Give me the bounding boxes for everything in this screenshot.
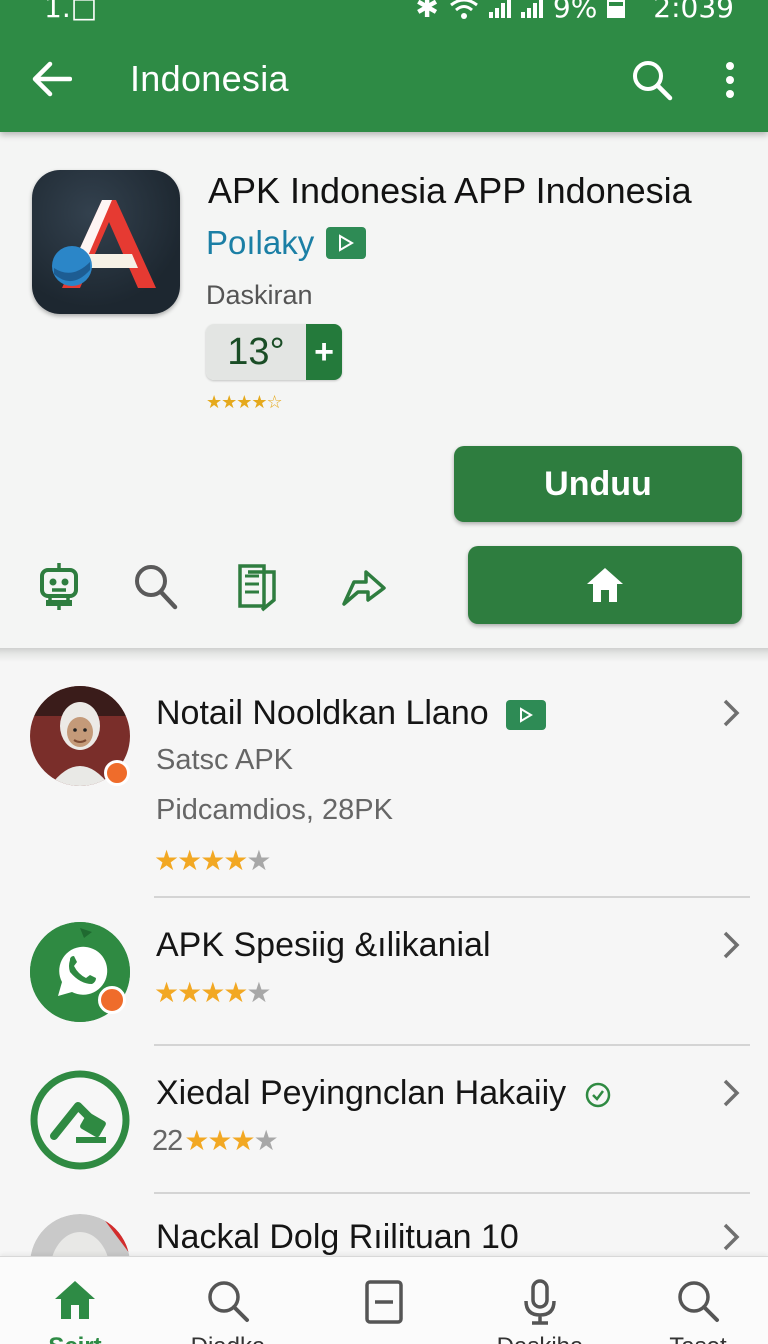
- home-icon: [55, 1281, 95, 1319]
- nav-label: Diadka: [168, 1333, 288, 1344]
- verified-check-icon: [585, 1082, 610, 1108]
- star-rating: 22★★★★: [152, 1124, 279, 1158]
- list-item-title-text: Notail Nooldkan Llano: [156, 694, 489, 732]
- nav-item-home[interactable]: Scirt: [15, 1257, 135, 1344]
- section-divider: [0, 648, 768, 662]
- page-title: Indonesia: [130, 58, 289, 99]
- list-item-title: APK Spesiig &ılikanial: [156, 926, 491, 964]
- nav-item-search[interactable]: Diadka: [168, 1257, 288, 1344]
- list-item-title: Notail Nooldkan Llano: [156, 694, 547, 733]
- search-icon[interactable]: [130, 560, 180, 612]
- star-rating: ★★★★★: [154, 844, 272, 877]
- minus-box-icon: [365, 1280, 403, 1324]
- developer-row: Poılaky: [206, 224, 367, 262]
- mini-star-rating: ★★★★☆: [206, 392, 283, 413]
- bottom-navigation: Scirt Diadka Daskiha Taset: [0, 1256, 768, 1344]
- wifi-icon: [449, 0, 478, 19]
- list-item-title: Xiedal Peyingnclan Hakaiiy: [156, 1074, 612, 1113]
- chevron-right-icon[interactable]: [720, 930, 742, 960]
- avatar: [30, 922, 130, 1022]
- search-icon: [678, 1281, 719, 1322]
- play-badge-icon: [326, 227, 367, 259]
- arrow-left-icon[interactable]: [30, 60, 72, 98]
- action-icons-row: [0, 560, 420, 620]
- rating-count: 22: [152, 1125, 183, 1157]
- home-icon: [587, 568, 623, 602]
- chevron-right-icon[interactable]: [720, 1078, 742, 1108]
- stars-filled: ★★★★: [154, 976, 248, 1009]
- chevron-right-icon[interactable]: [720, 1222, 742, 1252]
- home-button[interactable]: [468, 546, 742, 624]
- app-detail-header: APK Indonesia APP Indonesia Poılaky Dask…: [0, 132, 768, 652]
- stars-filled: ★★★★: [154, 844, 248, 877]
- app-title: APK Indonesia APP Indonesia: [208, 170, 692, 211]
- documents-icon[interactable]: [234, 560, 284, 612]
- avatar: [30, 686, 130, 786]
- chevron-right-icon[interactable]: [720, 698, 742, 728]
- star-rating: ★★★★★: [154, 976, 272, 1009]
- tools-app-icon: [30, 1070, 130, 1170]
- nav-item-voice[interactable]: Daskiha: [480, 1257, 600, 1344]
- nav-label: Scirt: [15, 1333, 135, 1344]
- rating-box[interactable]: 13° +: [206, 324, 342, 380]
- list-item[interactable]: APK Spesiig &ılikanial ★★★★★: [0, 898, 768, 1046]
- stars-filled: ★★★: [184, 1124, 255, 1157]
- app-icon[interactable]: [32, 170, 180, 314]
- nav-label: Daskiha: [480, 1333, 600, 1344]
- status-right: ✱ 9% 2:039: [415, 0, 734, 24]
- share-icon[interactable]: [338, 560, 388, 612]
- notification-badge-icon: [104, 760, 130, 786]
- status-time: 2:039: [653, 0, 734, 24]
- toolbar: Indonesia: [0, 48, 768, 112]
- stars-empty: ★: [253, 1124, 279, 1157]
- app-list: Notail Nooldkan Llano Satsc APK Pidcamdi…: [0, 662, 768, 1256]
- battery-percent: 9%: [552, 0, 598, 24]
- search-icon[interactable]: [630, 58, 674, 102]
- app-category: Daskiran: [206, 280, 313, 310]
- rating-plus-button[interactable]: +: [306, 324, 342, 380]
- developer-link[interactable]: Poılaky: [206, 224, 314, 262]
- play-badge-icon: [506, 700, 547, 731]
- avatar: [30, 1214, 130, 1256]
- list-item[interactable]: Nackal Dolg Rıilituan 10: [0, 1194, 768, 1256]
- stars-empty: ★: [246, 976, 271, 1009]
- bluetooth-icon: ✱: [415, 0, 439, 24]
- nav-item-library[interactable]: [324, 1257, 444, 1344]
- clock-badge-icon: [98, 986, 126, 1014]
- status-left-text: 1.□: [44, 0, 98, 24]
- list-item-meta: Pidcamdios, 28PK: [156, 794, 393, 826]
- signal-icon: [488, 0, 511, 18]
- nav-item-explore[interactable]: Taset: [638, 1257, 758, 1344]
- avatar: [30, 1070, 130, 1170]
- list-item-title-text: Xiedal Peyingnclan Hakaiiy: [156, 1074, 567, 1112]
- search-icon: [208, 1281, 249, 1322]
- rating-value: 13°: [206, 324, 306, 380]
- app-logo-icon: [52, 200, 156, 288]
- stars-empty: ★: [246, 844, 271, 877]
- status-bar: 1.□ ✱ 9% 2:039: [0, 0, 768, 28]
- battery-icon: [607, 0, 626, 18]
- app-bar: 1.□ ✱ 9% 2:039 Indonesia: [0, 0, 768, 132]
- list-item-subtitle: Satsc APK: [156, 744, 294, 776]
- download-button[interactable]: Unduu: [454, 446, 742, 522]
- list-item[interactable]: Notail Nooldkan Llano Satsc APK Pidcamdi…: [0, 662, 768, 898]
- signal-icon: [520, 0, 543, 18]
- more-vert-icon[interactable]: [718, 58, 742, 102]
- microphone-icon: [524, 1279, 556, 1325]
- robot-icon[interactable]: [34, 560, 84, 612]
- list-item[interactable]: Xiedal Peyingnclan Hakaiiy 22★★★★: [0, 1046, 768, 1194]
- list-item-title: Nackal Dolg Rıilituan 10: [156, 1218, 519, 1256]
- nav-label: Taset: [638, 1333, 758, 1344]
